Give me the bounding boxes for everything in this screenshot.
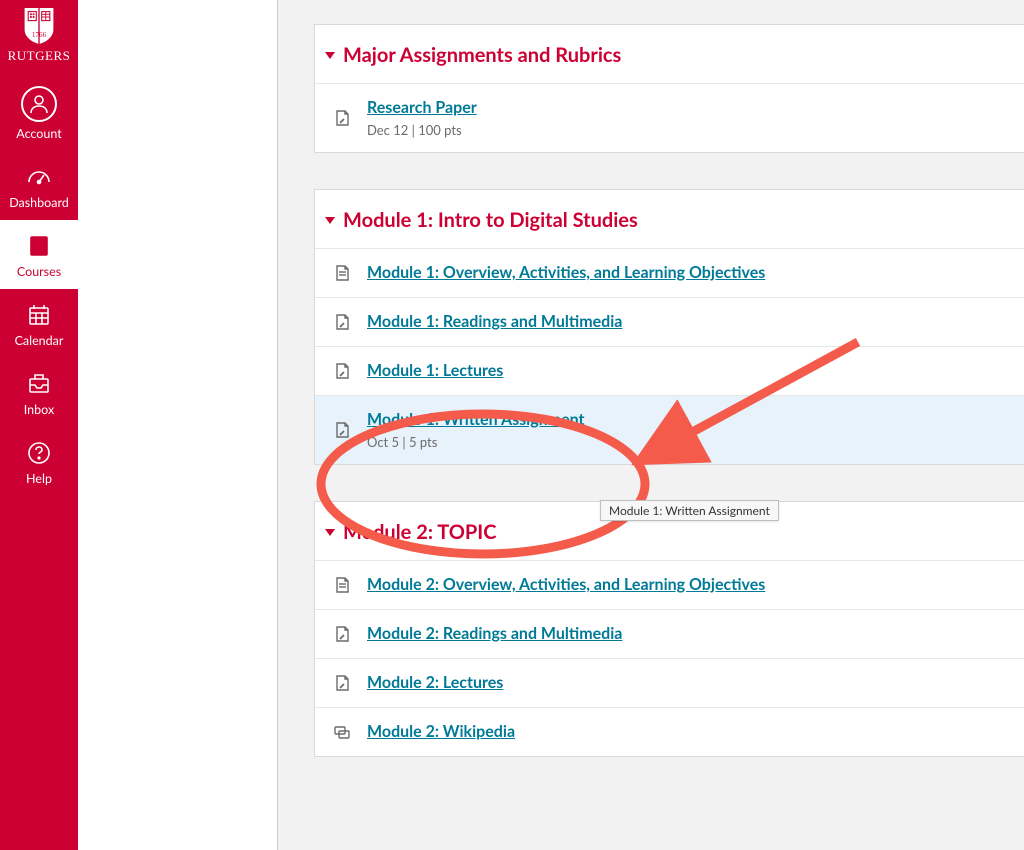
- page-icon: [333, 576, 351, 594]
- module-item-link[interactable]: Research Paper: [367, 98, 477, 118]
- brand-name: RUTGERS: [8, 48, 71, 64]
- module-items: Module 2: Overview, Activities, and Lear…: [315, 560, 1024, 756]
- nav-account[interactable]: Account: [0, 74, 78, 151]
- inbox-icon: [25, 370, 53, 398]
- chevron-down-icon: [325, 529, 335, 536]
- module-item-meta: Oct 5 | 5 pts: [367, 434, 585, 450]
- module-item-overview[interactable]: Module 2: Overview, Activities, and Lear…: [315, 560, 1024, 609]
- module-item-link[interactable]: Module 2: Lectures: [367, 673, 503, 693]
- assignment-icon: [333, 625, 351, 643]
- module-item-research-paper[interactable]: Research Paper Dec 12 | 100 pts: [315, 83, 1024, 152]
- module-title: Major Assignments and Rubrics: [343, 43, 621, 67]
- module-item-link[interactable]: Module 1: Lectures: [367, 361, 503, 381]
- modules-page: Major Assignments and Rubrics Research P…: [278, 0, 1024, 850]
- nav-label: Courses: [17, 264, 61, 279]
- module-card: Module 2: TOPIC Module 2: Overview, Acti…: [314, 501, 1024, 757]
- module-item-written-assignment[interactable]: Module 1: Written Assignment Oct 5 | 5 p…: [315, 395, 1024, 464]
- module-item-meta: Dec 12 | 100 pts: [367, 122, 477, 138]
- nav-courses[interactable]: Courses: [0, 220, 78, 289]
- nav-help[interactable]: Help: [0, 427, 78, 496]
- chevron-down-icon: [325, 52, 335, 59]
- calendar-icon: [25, 301, 53, 329]
- assignment-icon: [333, 421, 351, 439]
- rutgers-shield-icon: 1766: [21, 6, 57, 46]
- module-card: Module 1: Intro to Digital Studies Modul…: [314, 189, 1024, 465]
- module-header[interactable]: Module 1: Intro to Digital Studies: [315, 190, 1024, 248]
- module-item-lectures[interactable]: Module 1: Lectures: [315, 346, 1024, 395]
- nav-inbox[interactable]: Inbox: [0, 358, 78, 427]
- module-header[interactable]: Major Assignments and Rubrics: [315, 25, 1024, 83]
- module-item-link[interactable]: Module 1: Readings and Multimedia: [367, 312, 622, 332]
- module-item-link[interactable]: Module 2: Wikipedia: [367, 722, 515, 742]
- module-item-link[interactable]: Module 2: Overview, Activities, and Lear…: [367, 575, 765, 595]
- nav-dashboard[interactable]: Dashboard: [0, 151, 78, 220]
- nav-label: Account: [16, 126, 61, 141]
- discussion-icon: [333, 723, 351, 741]
- chevron-down-icon: [325, 217, 335, 224]
- brand-logo[interactable]: 1766 RUTGERS: [8, 6, 71, 64]
- tooltip: Module 1: Written Assignment: [600, 500, 779, 521]
- assignment-icon: [333, 362, 351, 380]
- nav-label: Dashboard: [9, 195, 69, 210]
- assignment-icon: [333, 674, 351, 692]
- assignment-icon: [333, 109, 351, 127]
- module-item-lectures[interactable]: Module 2: Lectures: [315, 658, 1024, 707]
- speedometer-icon: [25, 163, 53, 191]
- course-nav-panel: [78, 0, 278, 850]
- module-items: Research Paper Dec 12 | 100 pts: [315, 83, 1024, 152]
- module-item-readings[interactable]: Module 1: Readings and Multimedia: [315, 297, 1024, 346]
- page-icon: [333, 264, 351, 282]
- module-item-link[interactable]: Module 2: Readings and Multimedia: [367, 624, 622, 644]
- assignment-icon: [333, 313, 351, 331]
- help-icon: [25, 439, 53, 467]
- nav-calendar[interactable]: Calendar: [0, 289, 78, 358]
- book-icon: [25, 232, 53, 260]
- nav-label: Help: [26, 471, 52, 486]
- avatar-icon: [21, 86, 57, 122]
- global-nav: 1766 RUTGERS Account Dashboard: [0, 0, 78, 850]
- module-item-overview[interactable]: Module 1: Overview, Activities, and Lear…: [315, 248, 1024, 297]
- module-item-link[interactable]: Module 1: Written Assignment: [367, 410, 585, 430]
- module-title: Module 1: Intro to Digital Studies: [343, 208, 638, 232]
- module-item-link[interactable]: Module 1: Overview, Activities, and Lear…: [367, 263, 765, 283]
- nav-label: Inbox: [24, 402, 54, 417]
- svg-text:1766: 1766: [32, 31, 47, 39]
- module-item-wikipedia[interactable]: Module 2: Wikipedia: [315, 707, 1024, 756]
- nav-label: Calendar: [15, 333, 64, 348]
- module-card: Major Assignments and Rubrics Research P…: [314, 24, 1024, 153]
- module-items: Module 1: Overview, Activities, and Lear…: [315, 248, 1024, 464]
- module-title: Module 2: TOPIC: [343, 520, 496, 544]
- module-item-readings[interactable]: Module 2: Readings and Multimedia: [315, 609, 1024, 658]
